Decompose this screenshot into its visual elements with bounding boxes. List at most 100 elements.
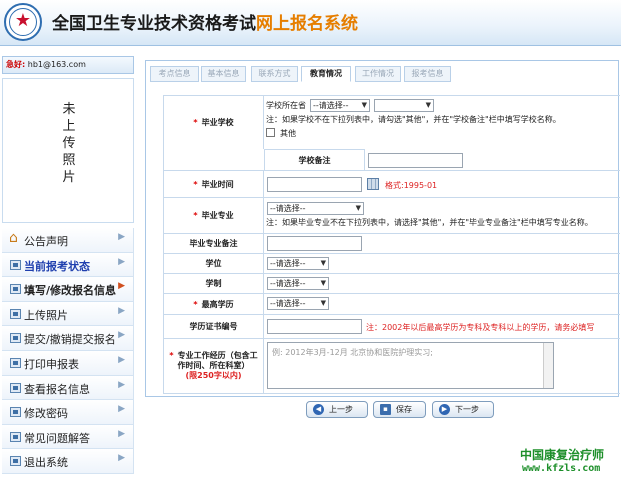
document-icon	[10, 333, 21, 344]
tab-education[interactable]: 教育情况	[301, 66, 351, 82]
calendar-icon[interactable]	[367, 178, 379, 190]
school-note: 注：如果学校不在下拉列表中，请勾选"其他"，并在"学校备注"栏中填写学校名称。	[266, 115, 561, 124]
other-school-label: 其他	[280, 129, 296, 138]
label-degree: 学位	[163, 254, 264, 273]
sidebar-item-faq[interactable]: 常见问题解答 ▶	[2, 424, 134, 450]
education-select[interactable]: --请选择-- ▼	[267, 297, 329, 310]
row-grad-time: * 毕业时间 格式:1995-01	[163, 171, 620, 198]
label-education: * 最高学历	[163, 294, 264, 314]
label-major: * 毕业专业	[163, 198, 264, 233]
tab-exam-info[interactable]: 报考信息	[404, 66, 451, 82]
chevron-right-icon: ▶	[118, 305, 125, 316]
document-icon	[10, 456, 21, 467]
experience-limit: (限250字以内)	[185, 371, 242, 380]
sidebar-item-label: 提交/撤销提交报名	[24, 333, 116, 347]
tab-work[interactable]: 工作情况	[355, 66, 401, 82]
chevron-right-icon: ▶	[118, 281, 125, 292]
tab-basic-info[interactable]: 基本信息	[201, 66, 246, 82]
province-select[interactable]: --请选择-- ▼	[310, 99, 370, 112]
other-school-checkbox[interactable]	[266, 128, 275, 137]
sidebar-item-label: 上传照片	[24, 308, 68, 322]
save-button[interactable]: ▪ 保存	[373, 401, 426, 418]
sidebar-item-label: 常见问题解答	[24, 431, 90, 445]
tab-contact[interactable]: 联系方式	[251, 66, 298, 82]
length-select[interactable]: --请选择-- ▼	[267, 277, 329, 290]
row-cert-no: 学历证书编号 注：2002年以后最高学历为专科及专科以上的学历，请务必填写	[163, 315, 620, 339]
cert-no-input[interactable]	[267, 319, 362, 334]
sidebar-item-label: 打印申报表	[24, 357, 79, 371]
label-school-remark: 学校备注	[264, 149, 365, 171]
sidebar-item-label: 查看报名信息	[24, 382, 90, 396]
watermark-name: 中国康复治疗师	[520, 448, 605, 462]
label-school: * 毕业学校	[163, 96, 264, 149]
next-button[interactable]: ▶ 下一步	[432, 401, 494, 418]
label-length: 学制	[163, 274, 264, 293]
document-icon	[10, 308, 21, 319]
major-remark-input[interactable]	[267, 236, 362, 251]
sidebar-item-upload-photo[interactable]: 上传照片 ▶	[2, 301, 134, 327]
account-email-bar: 急好: hb1@163.com	[2, 56, 134, 74]
document-icon	[10, 357, 21, 368]
chevron-right-icon: ▶	[118, 428, 125, 439]
tab-exam-site[interactable]: 考点信息	[150, 66, 199, 82]
label-major-remark: 毕业专业备注	[163, 234, 264, 253]
document-icon	[10, 382, 21, 393]
photo-frame: 未上传照片	[2, 78, 134, 223]
page-title: 全国卫生专业技术资格考试网上报名系统	[52, 9, 358, 34]
sidebar-menu: 公告声明 ▶ 当前报考状态 ▶ 填写/修改报名信息 ▶ 上传照片 ▶ 提交/撤销…	[2, 228, 134, 474]
major-select[interactable]: --请选择-- ▼	[267, 202, 364, 215]
watermark-url: www.kfzls.com	[522, 463, 601, 474]
chevron-right-icon: ▶	[118, 453, 125, 464]
sidebar: 急好: hb1@163.com 未上传照片 公告声明 ▶ 当前报考状态 ▶ 填写…	[0, 52, 136, 481]
school-location-label: 学校所在省	[266, 101, 306, 110]
document-icon	[10, 259, 21, 270]
photo-placeholder-text: 未上传照片	[62, 102, 76, 185]
sidebar-item-submit[interactable]: 提交/撤销提交报名 ▶	[2, 326, 134, 351]
school-select[interactable]: ▼	[374, 99, 434, 112]
document-icon	[10, 284, 21, 295]
home-icon	[9, 230, 21, 246]
sidebar-item-view-info[interactable]: 查看报名信息 ▶	[2, 375, 134, 401]
label-cert-no: 学历证书编号	[163, 315, 264, 338]
main-panel: 考点信息 基本信息 联系方式 教育情况 工作情况 报考信息 * 毕业学校 学校所在…	[145, 60, 620, 397]
floppy-disk-icon: ▪	[380, 404, 391, 415]
chevron-right-icon: ▶	[118, 379, 125, 390]
title-main: 全国卫生专业技术资格考试	[52, 14, 256, 34]
education-form: * 毕业学校 学校所在省 --请选择-- ▼ ▼ 注：如果学校不在下拉列表中，请勾选…	[163, 95, 620, 394]
textarea-scrollbar[interactable]	[543, 343, 553, 388]
email-value: hb1@163.com	[27, 60, 86, 69]
row-major: * 毕业专业 --请选择-- ▼ 注：如果毕业专业不在下拉列表中，请选择"其他"，并…	[163, 198, 620, 234]
sidebar-item-edit-info[interactable]: 填写/修改报名信息 ▶	[2, 277, 134, 302]
degree-select[interactable]: --请选择-- ▼	[267, 257, 329, 270]
prev-button[interactable]: ◀ 上一步	[306, 401, 368, 418]
grad-time-format-hint: 格式:1995-01	[385, 181, 438, 190]
chevron-right-icon: ▶	[118, 404, 125, 415]
sidebar-item-label: 公告声明	[24, 235, 68, 248]
row-degree: 学位 --请选择-- ▼	[163, 254, 620, 274]
label-grad-time: * 毕业时间	[163, 171, 264, 197]
grad-time-input[interactable]	[267, 177, 362, 192]
sidebar-item-label: 填写/修改报名信息	[24, 284, 117, 298]
chevron-right-icon: ▶	[118, 330, 125, 341]
cert-no-note: 注：2002年以后最高学历为专科及专科以上的学历，请务必填写	[366, 323, 595, 332]
label-experience: * 专业工作经历（包含工作时间、所在科室） (限250字以内)	[163, 339, 264, 393]
arrow-left-icon: ◀	[313, 404, 324, 415]
document-icon	[10, 431, 21, 442]
sidebar-item-label: 修改密码	[24, 407, 68, 421]
email-label: 急好:	[6, 60, 26, 69]
row-length: 学制 --请选择-- ▼	[163, 274, 620, 294]
row-experience: * 专业工作经历（包含工作时间、所在科室） (限250字以内) 例: 2012年3…	[163, 339, 620, 394]
sidebar-item-announcement[interactable]: 公告声明 ▶	[2, 228, 134, 253]
sidebar-item-change-password[interactable]: 修改密码 ▶	[2, 400, 134, 425]
sidebar-item-current-status[interactable]: 当前报考状态 ▶	[2, 252, 134, 278]
experience-textarea[interactable]: 例: 2012年3月-12月 北京协和医院护理实习;	[267, 342, 554, 389]
sidebar-item-label: 当前报考状态	[24, 259, 90, 273]
chevron-right-icon: ▶	[118, 232, 125, 242]
document-icon	[10, 407, 21, 418]
school-remark-input[interactable]	[368, 153, 463, 168]
arrow-right-icon: ▶	[439, 404, 450, 415]
sidebar-item-logout[interactable]: 退出系统 ▶	[2, 449, 134, 474]
row-school: * 毕业学校 学校所在省 --请选择-- ▼ ▼ 注：如果学校不在下拉列表中，请勾选…	[163, 96, 620, 171]
sidebar-item-print[interactable]: 打印申报表 ▶	[2, 350, 134, 376]
required-mark: *	[193, 118, 198, 127]
